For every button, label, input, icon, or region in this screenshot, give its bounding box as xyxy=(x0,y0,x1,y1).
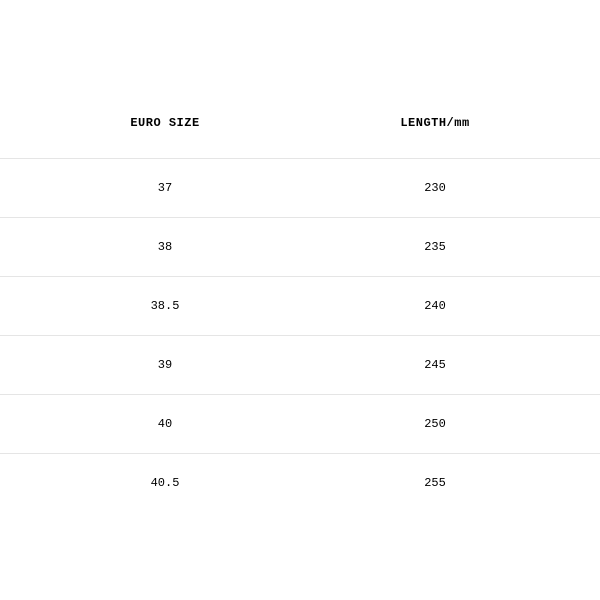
size-chart-container: EURO SIZE LENGTH/mm 37 230 38 235 38.5 2… xyxy=(0,88,600,512)
column-header-length: LENGTH/mm xyxy=(300,88,600,159)
cell-size: 38 xyxy=(0,218,300,277)
table-row: 39 245 xyxy=(0,336,600,395)
size-chart-table: EURO SIZE LENGTH/mm 37 230 38 235 38.5 2… xyxy=(0,88,600,512)
table-row: 37 230 xyxy=(0,159,600,218)
table-row: 40 250 xyxy=(0,395,600,454)
cell-length: 245 xyxy=(300,336,600,395)
table-header-row: EURO SIZE LENGTH/mm xyxy=(0,88,600,159)
table-row: 38 235 xyxy=(0,218,600,277)
cell-length: 255 xyxy=(300,454,600,513)
cell-length: 240 xyxy=(300,277,600,336)
cell-length: 250 xyxy=(300,395,600,454)
table-row: 38.5 240 xyxy=(0,277,600,336)
table-row: 40.5 255 xyxy=(0,454,600,513)
cell-length: 230 xyxy=(300,159,600,218)
cell-size: 38.5 xyxy=(0,277,300,336)
cell-size: 39 xyxy=(0,336,300,395)
cell-size: 40 xyxy=(0,395,300,454)
cell-size: 37 xyxy=(0,159,300,218)
column-header-euro-size: EURO SIZE xyxy=(0,88,300,159)
cell-size: 40.5 xyxy=(0,454,300,513)
cell-length: 235 xyxy=(300,218,600,277)
